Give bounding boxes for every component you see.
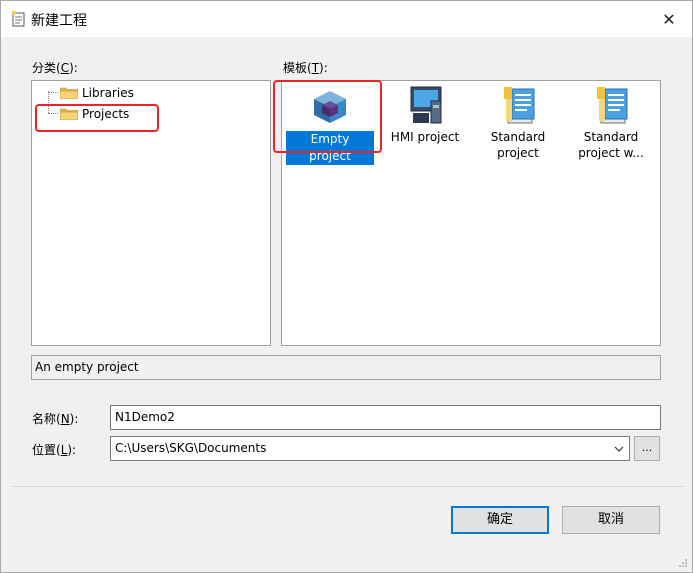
- categories-label: 分类(C):: [32, 61, 78, 75]
- cancel-button[interactable]: 取消: [562, 506, 660, 534]
- hmi-panel-icon: [410, 86, 442, 124]
- standard-project-icon: [504, 87, 535, 124]
- ok-button[interactable]: 确定: [451, 506, 549, 534]
- template-hmi-project[interactable]: HMI project: [381, 85, 469, 171]
- template-description: An empty project: [31, 355, 661, 380]
- close-icon: ✕: [662, 9, 676, 29]
- location-label: 位置(L):: [32, 443, 77, 457]
- folder-icon: [60, 108, 78, 120]
- location-value: C:\Users\SKG\Documents: [115, 441, 267, 455]
- tree-connector: [48, 92, 58, 93]
- template-label: HMI project: [390, 130, 460, 144]
- tree-item-libraries[interactable]: Libraries: [60, 84, 134, 102]
- new-project-dialog: 新建工程 ✕ 分类(C): 模板(T): Libraries Projects: [0, 0, 693, 573]
- new-project-icon: [12, 11, 25, 27]
- template-label: Standard project w...: [578, 130, 644, 160]
- template-list[interactable]: Empty project HMI project Standard proje…: [281, 80, 661, 346]
- template-standard-project[interactable]: Standard project: [474, 85, 562, 171]
- resize-grip-icon[interactable]: [678, 558, 688, 568]
- folder-icon: [60, 87, 78, 99]
- close-button[interactable]: ✕: [652, 4, 686, 34]
- tree-item-label: Libraries: [82, 86, 134, 100]
- cube-icon: [314, 91, 346, 123]
- template-label: Empty project: [286, 131, 374, 165]
- project-name-input[interactable]: N1Demo2: [110, 405, 661, 430]
- name-label: 名称(N):: [32, 412, 79, 426]
- title-bar: 新建工程 ✕: [1, 1, 692, 37]
- template-label: Standard project: [490, 130, 546, 160]
- project-location-combobox[interactable]: C:\Users\SKG\Documents: [110, 436, 630, 461]
- tree-connector: [48, 113, 58, 114]
- tree-item-label: Projects: [82, 107, 130, 121]
- standard-project-icon: [597, 87, 628, 124]
- window-title: 新建工程: [31, 13, 87, 29]
- templates-label: 模板(T):: [283, 61, 328, 75]
- template-empty-project[interactable]: Empty project: [286, 85, 374, 171]
- chevron-down-icon[interactable]: [611, 437, 627, 460]
- tree-item-projects[interactable]: Projects: [60, 105, 129, 123]
- browse-button[interactable]: ...: [634, 436, 660, 461]
- category-tree[interactable]: Libraries Projects: [31, 80, 271, 346]
- divider: [11, 486, 684, 487]
- tree-connector: [48, 91, 49, 113]
- template-standard-project-with[interactable]: Standard project w...: [567, 85, 655, 171]
